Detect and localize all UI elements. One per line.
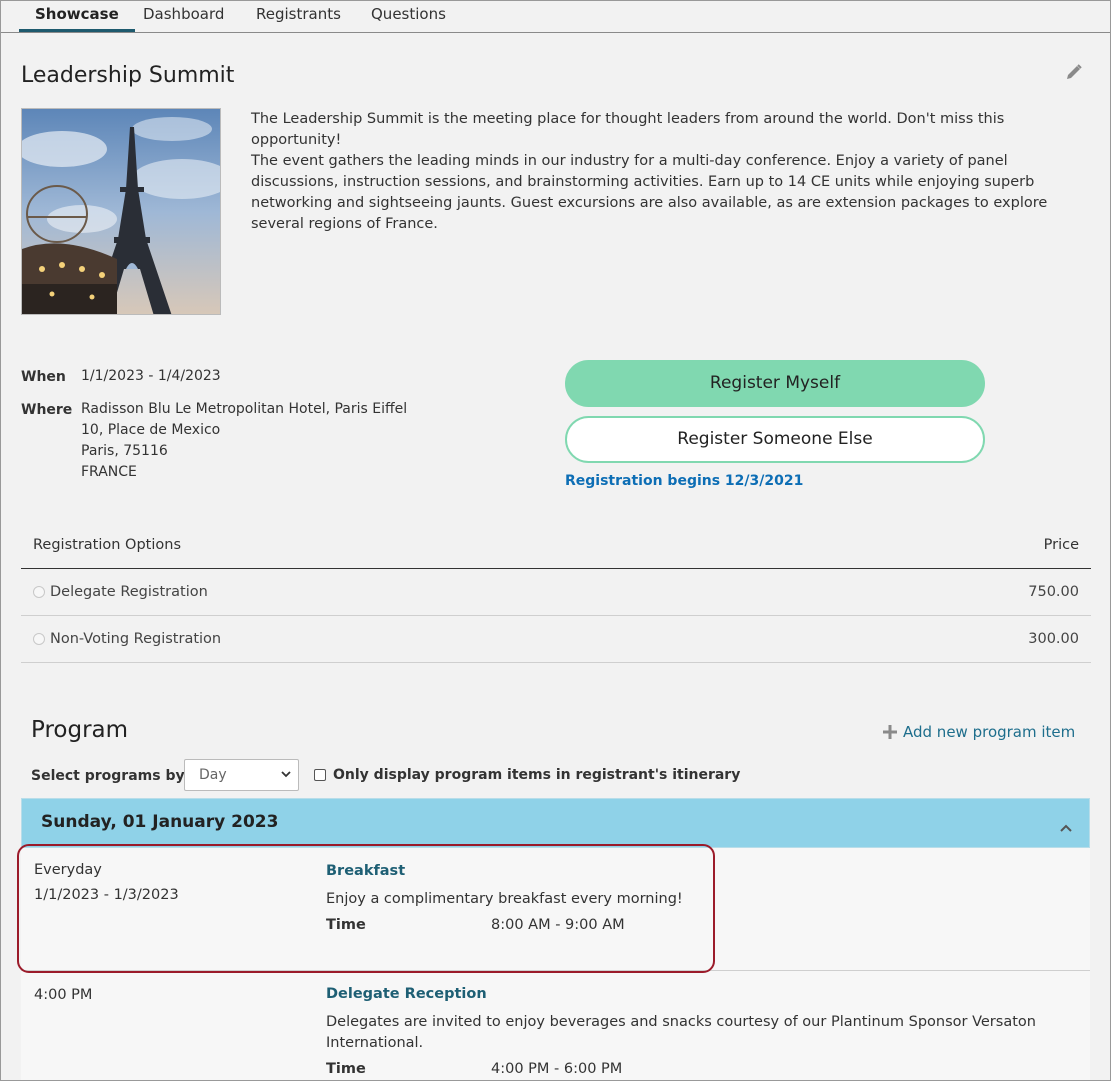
select-value: Day (199, 767, 227, 783)
option-label: Non-Voting Registration (50, 631, 222, 647)
tab-bar: Showcase Dashboard Registrants Questions (1, 1, 1110, 33)
program-item-when-line: Everyday (34, 862, 102, 878)
event-description: The Leadership Summit is the meeting pla… (251, 109, 1081, 235)
table-row[interactable]: Delegate Registration 750.00 (21, 569, 1091, 616)
time-label: Time (326, 917, 366, 933)
tab-showcase[interactable]: Showcase (19, 1, 135, 32)
add-program-label: Add new program item (903, 723, 1076, 741)
table-header: Registration Options Price (21, 528, 1091, 569)
radio-button[interactable] (33, 586, 45, 598)
tab-registrants[interactable]: Registrants (240, 1, 357, 32)
tab-dashboard[interactable]: Dashboard (127, 1, 240, 32)
option-price: 300.00 (1028, 631, 1079, 647)
where-label: Where (21, 402, 73, 418)
select-programs-dropdown[interactable]: Day (184, 759, 299, 791)
event-image (21, 108, 221, 315)
itinerary-checkbox-label: Only display program items in registrant… (333, 767, 741, 783)
registration-options-table: Registration Options Price Delegate Regi… (21, 528, 1091, 663)
program-item-time: 8:00 AM - 9:00 AM (491, 917, 625, 933)
program-item-when-line: 4:00 PM (34, 987, 93, 1003)
program-title: Program (31, 717, 129, 743)
program-item-description: Delegates are invited to enjoy beverages… (326, 1014, 1036, 1051)
chevron-up-icon[interactable] (1059, 818, 1073, 832)
register-someone-else-button[interactable]: Register Someone Else (565, 416, 985, 463)
description-paragraph: The event gathers the leading minds in o… (251, 153, 1048, 232)
itinerary-checkbox[interactable] (314, 769, 326, 781)
register-myself-button[interactable]: Register Myself (565, 360, 985, 407)
add-program-item-link[interactable]: Add new program item (883, 721, 1075, 742)
day-title: Sunday, 01 January 2023 (41, 812, 279, 832)
program-item-description: Enjoy a complimentary breakfast every mo… (326, 891, 683, 907)
app-frame: Showcase Dashboard Registrants Questions… (0, 0, 1111, 1081)
header-price: Price (1043, 537, 1079, 553)
pencil-icon[interactable] (1065, 63, 1083, 81)
when-value: 1/1/2023 - 1/4/2023 (81, 368, 221, 384)
program-list: Everyday 1/1/2023 - 1/3/2023 Breakfast E… (21, 848, 1090, 1080)
radio-button[interactable] (33, 633, 45, 645)
program-item-when: 4:00 PM (34, 983, 92, 1008)
registration-begins-text: Registration begins 12/3/2021 (565, 473, 804, 489)
address-line: FRANCE (81, 464, 137, 480)
day-header[interactable]: Sunday, 01 January 2023 (21, 798, 1090, 848)
table-row[interactable]: Non-Voting Registration 300.00 (21, 616, 1091, 663)
program-item: Everyday 1/1/2023 - 1/3/2023 Breakfast E… (21, 848, 1090, 971)
description-paragraph: The Leadership Summit is the meeting pla… (251, 111, 1005, 148)
select-programs-label: Select programs by (31, 768, 185, 784)
program-item-when: Everyday 1/1/2023 - 1/3/2023 (34, 858, 179, 908)
program-item: 4:00 PM Delegate Reception Delegates are… (21, 971, 1090, 1080)
where-address: Radisson Blu Le Metropolitan Hotel, Pari… (81, 399, 407, 483)
address-line: Paris, 75116 (81, 443, 168, 459)
program-item-title[interactable]: Breakfast (326, 863, 405, 879)
tab-questions[interactable]: Questions (355, 1, 462, 32)
plus-icon (883, 721, 897, 742)
option-label: Delegate Registration (50, 584, 208, 600)
option-price: 750.00 (1028, 584, 1079, 600)
header-registration-options: Registration Options (33, 537, 181, 553)
program-item-title[interactable]: Delegate Reception (326, 986, 487, 1002)
address-line: Radisson Blu Le Metropolitan Hotel, Pari… (81, 401, 408, 417)
time-label: Time (326, 1061, 366, 1077)
program-item-when-dates: 1/1/2023 - 1/3/2023 (34, 887, 179, 903)
page-title: Leadership Summit (21, 63, 235, 88)
address-line: 10, Place de Mexico (81, 422, 221, 438)
chevron-down-icon (280, 768, 292, 780)
program-item-time: 4:00 PM - 6:00 PM (491, 1061, 623, 1077)
when-label: When (21, 369, 66, 385)
